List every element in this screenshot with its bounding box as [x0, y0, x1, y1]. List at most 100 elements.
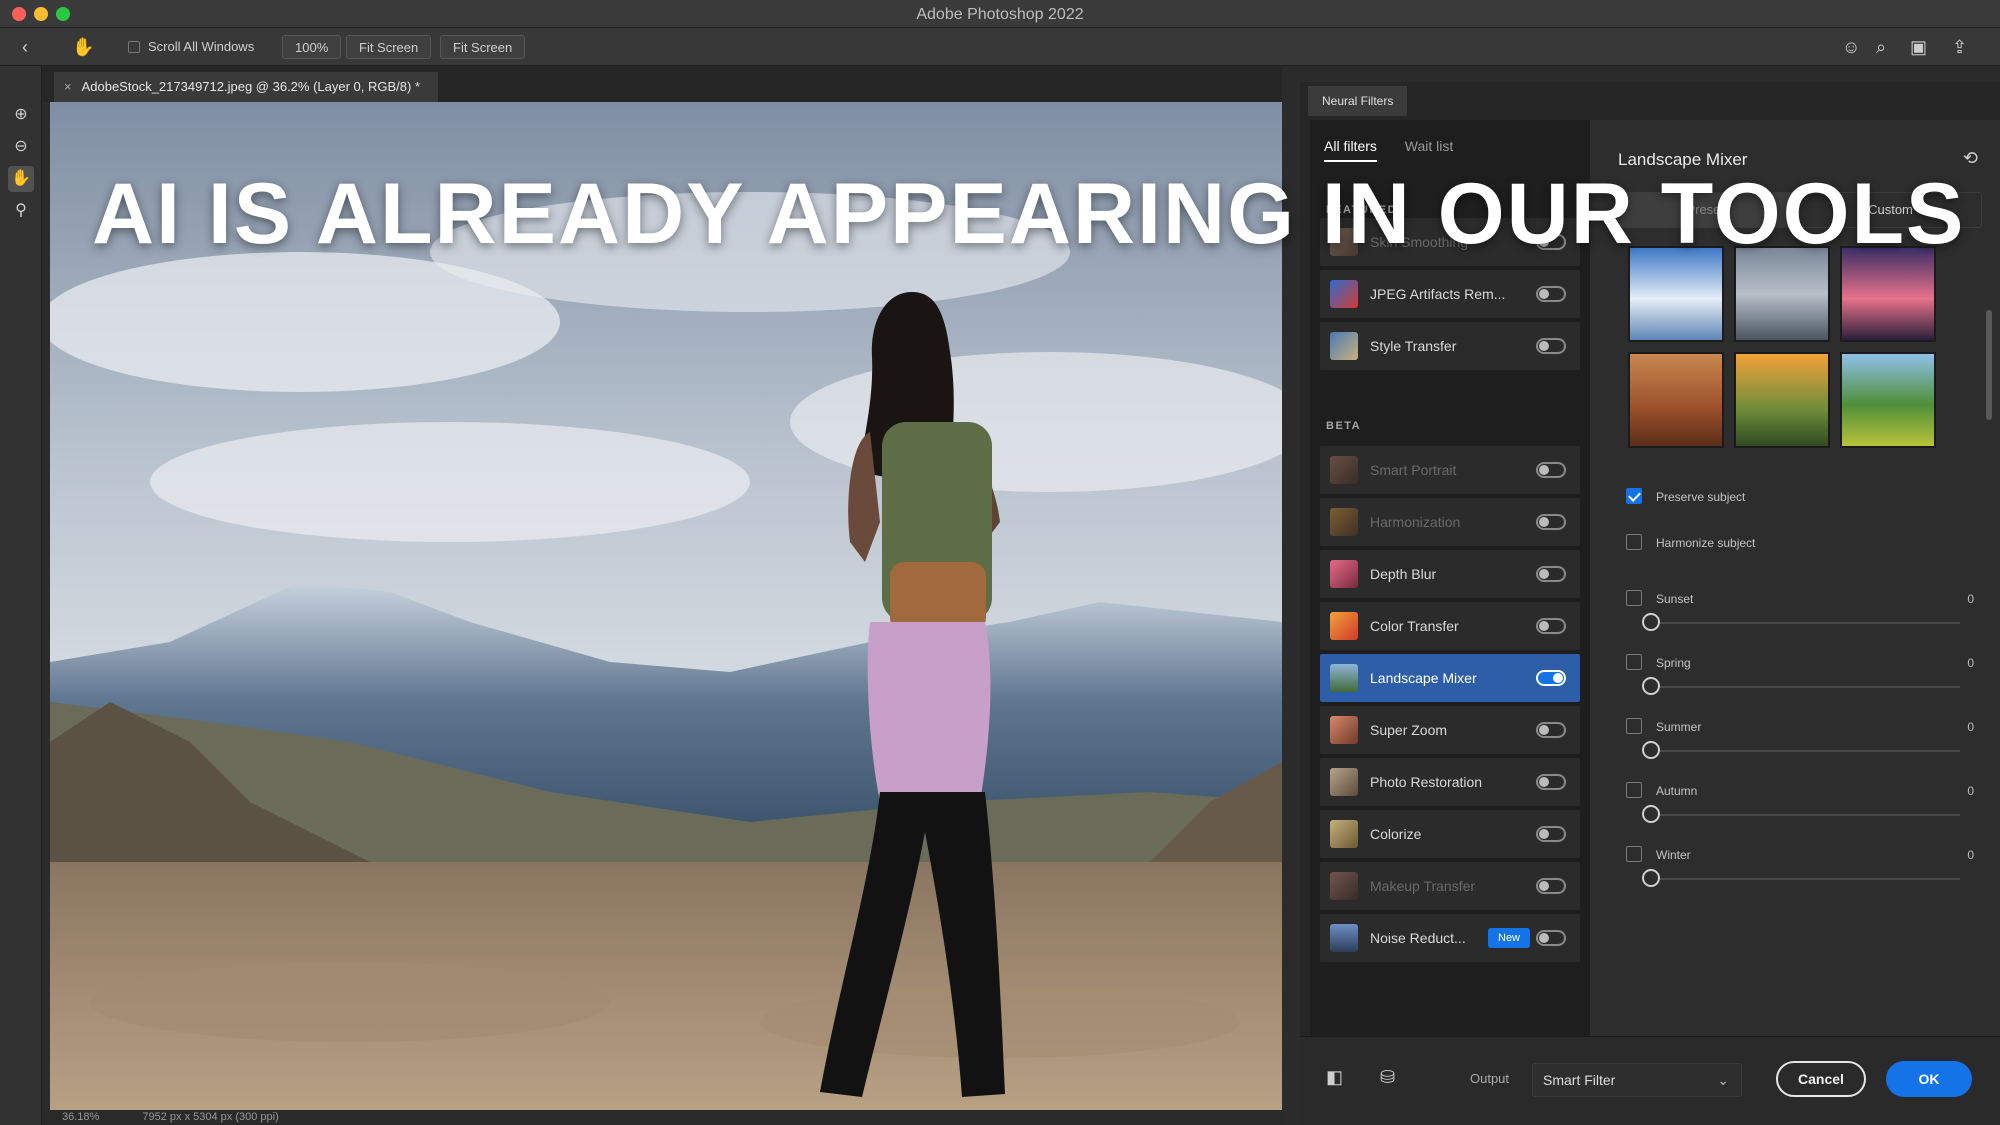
- preserve-subject-checkbox[interactable]: [1626, 488, 1642, 504]
- preset-thumbnail[interactable]: [1840, 352, 1936, 448]
- slider-knob[interactable]: [1642, 869, 1660, 887]
- filter-thumbnail: [1330, 332, 1358, 360]
- filter-thumbnail: [1330, 872, 1358, 900]
- title-bar: Adobe Photoshop 2022: [0, 0, 2000, 28]
- filter-row-harmonization[interactable]: Harmonization: [1320, 498, 1580, 546]
- share-icon[interactable]: ⇪: [1952, 35, 1967, 59]
- filter-toggle[interactable]: [1536, 566, 1566, 582]
- filter-row-photo-restoration[interactable]: Photo Restoration: [1320, 758, 1580, 806]
- filter-toggle[interactable]: [1536, 514, 1566, 530]
- share-user-icon[interactable]: ☺: [1842, 35, 1860, 59]
- scroll-all-windows-checkbox[interactable]: [128, 41, 140, 53]
- preset-thumbnail-grid: [1628, 246, 1944, 450]
- presets-scrollbar[interactable]: [1986, 310, 1992, 420]
- zoom-readout: 36.18%: [62, 1111, 100, 1123]
- filter-thumbnail: [1330, 508, 1358, 536]
- filter-list-tabs: All filters Wait list: [1324, 138, 1477, 168]
- filter-row-landscape-mixer[interactable]: Landscape Mixer: [1320, 654, 1580, 702]
- hand-tool-icon: ✋: [72, 37, 95, 57]
- filter-thumbnail: [1330, 456, 1358, 484]
- harmonize-subject-checkbox[interactable]: [1626, 534, 1642, 550]
- tools-panel: ⊕ ⊖ ✋ ⚲: [0, 66, 42, 1125]
- filter-toggle[interactable]: [1536, 338, 1566, 354]
- filter-row-noise-reduction[interactable]: Noise Reduct... New: [1320, 914, 1580, 962]
- options-bar: ‹ ✋ Scroll All Windows 100% Fit Screen F…: [0, 28, 2000, 66]
- slider-track[interactable]: [1650, 622, 1960, 624]
- filter-row-jpeg-artifacts[interactable]: JPEG Artifacts Rem...: [1320, 270, 1580, 318]
- filter-row-smart-portrait[interactable]: Smart Portrait: [1320, 446, 1580, 494]
- beta-section-label: BETA: [1326, 420, 1362, 432]
- filter-thumbnail: [1330, 768, 1358, 796]
- slider-knob[interactable]: [1642, 805, 1660, 823]
- slider-track[interactable]: [1650, 814, 1960, 816]
- sunset-checkbox[interactable]: [1626, 590, 1642, 606]
- search-icon[interactable]: ⌕: [1876, 35, 1886, 59]
- filter-thumbnail: [1330, 820, 1358, 848]
- slider-knob[interactable]: [1642, 613, 1660, 631]
- preserve-subject-option[interactable]: Preserve subject: [1626, 488, 1745, 504]
- fill-screen-button[interactable]: Fit Screen: [440, 35, 526, 59]
- tab-wait-list[interactable]: Wait list: [1405, 138, 1453, 160]
- filter-row-super-zoom[interactable]: Super Zoom: [1320, 706, 1580, 754]
- zoom-100-button[interactable]: 100%: [282, 35, 342, 59]
- status-bar: 36.18% 7952 px x 5304 px (300 ppi): [42, 1110, 1282, 1125]
- filter-toggle[interactable]: [1536, 462, 1566, 478]
- filter-row-color-transfer[interactable]: Color Transfer: [1320, 602, 1580, 650]
- neural-filters-tab[interactable]: Neural Filters: [1308, 86, 1408, 116]
- document-dimensions: 7952 px x 5304 px (300 ppi): [142, 1111, 279, 1123]
- workspace-icon[interactable]: ▣: [1910, 35, 1927, 59]
- filter-toggle[interactable]: [1536, 774, 1566, 790]
- filter-thumbnail: [1330, 664, 1358, 692]
- app-title: Adobe Photoshop 2022: [916, 6, 1084, 23]
- filter-thumbnail: [1330, 280, 1358, 308]
- filter-row-colorize[interactable]: Colorize: [1320, 810, 1580, 858]
- winter-checkbox[interactable]: [1626, 846, 1642, 862]
- output-label: Output: [1470, 1071, 1510, 1086]
- tab-all-filters[interactable]: All filters: [1324, 138, 1377, 162]
- filter-row-makeup-transfer[interactable]: Makeup Transfer: [1320, 862, 1580, 910]
- filter-row-style-transfer[interactable]: Style Transfer: [1320, 322, 1580, 370]
- document-tab-bar: × AdobeStock_217349712.jpeg @ 36.2% (Laye…: [42, 66, 1282, 102]
- preset-thumbnail[interactable]: [1628, 352, 1724, 448]
- close-tab-icon[interactable]: ×: [64, 79, 72, 94]
- show-original-icon[interactable]: ◧: [1326, 1067, 1343, 1088]
- filter-toggle[interactable]: [1536, 878, 1566, 894]
- preset-thumbnail[interactable]: [1734, 352, 1830, 448]
- filter-thumbnail: [1330, 924, 1358, 952]
- slider-track[interactable]: [1650, 686, 1960, 688]
- filter-row-depth-blur[interactable]: Depth Blur: [1320, 550, 1580, 598]
- slider-knob[interactable]: [1642, 741, 1660, 759]
- zoom-tool-icon[interactable]: ⚲: [8, 198, 34, 224]
- filter-toggle[interactable]: [1536, 286, 1566, 302]
- scroll-all-windows-option[interactable]: Scroll All Windows: [128, 35, 254, 59]
- filter-toggle[interactable]: [1536, 930, 1566, 946]
- filter-thumbnail: [1330, 560, 1358, 588]
- filter-toggle[interactable]: [1536, 670, 1566, 686]
- summer-checkbox[interactable]: [1626, 718, 1642, 734]
- slider-track[interactable]: [1650, 750, 1960, 752]
- zoom-in-icon[interactable]: ⊕: [8, 102, 34, 128]
- filter-thumbnail: [1330, 716, 1358, 744]
- back-arrow-icon[interactable]: ‹: [22, 35, 28, 59]
- chevron-down-icon: ⌄: [1717, 1072, 1729, 1088]
- document-tab[interactable]: × AdobeStock_217349712.jpeg @ 36.2% (Laye…: [54, 72, 439, 102]
- neural-filters-footer: ◧ ⛁ Output Smart Filter ⌄ Cancel OK: [1300, 1036, 2000, 1125]
- autumn-checkbox[interactable]: [1626, 782, 1642, 798]
- filter-toggle[interactable]: [1536, 618, 1566, 634]
- ok-button[interactable]: OK: [1886, 1061, 1972, 1097]
- filter-toggle[interactable]: [1536, 826, 1566, 842]
- cancel-button[interactable]: Cancel: [1776, 1061, 1866, 1097]
- layer-preview-icon[interactable]: ⛁: [1380, 1067, 1395, 1088]
- output-select[interactable]: Smart Filter ⌄: [1532, 1063, 1742, 1097]
- overlay-headline: AI IS ALREADY APPEARING IN OUR TOOLS: [92, 166, 1966, 262]
- new-badge: New: [1488, 928, 1531, 948]
- harmonize-subject-option[interactable]: Harmonize subject: [1626, 534, 1755, 550]
- hand-tool-icon[interactable]: ✋: [8, 166, 34, 192]
- spring-checkbox[interactable]: [1626, 654, 1642, 670]
- filter-thumbnail: [1330, 612, 1358, 640]
- slider-knob[interactable]: [1642, 677, 1660, 695]
- slider-track[interactable]: [1650, 878, 1960, 880]
- filter-toggle[interactable]: [1536, 722, 1566, 738]
- zoom-out-icon[interactable]: ⊖: [8, 134, 34, 160]
- fit-screen-button[interactable]: Fit Screen: [346, 35, 432, 59]
